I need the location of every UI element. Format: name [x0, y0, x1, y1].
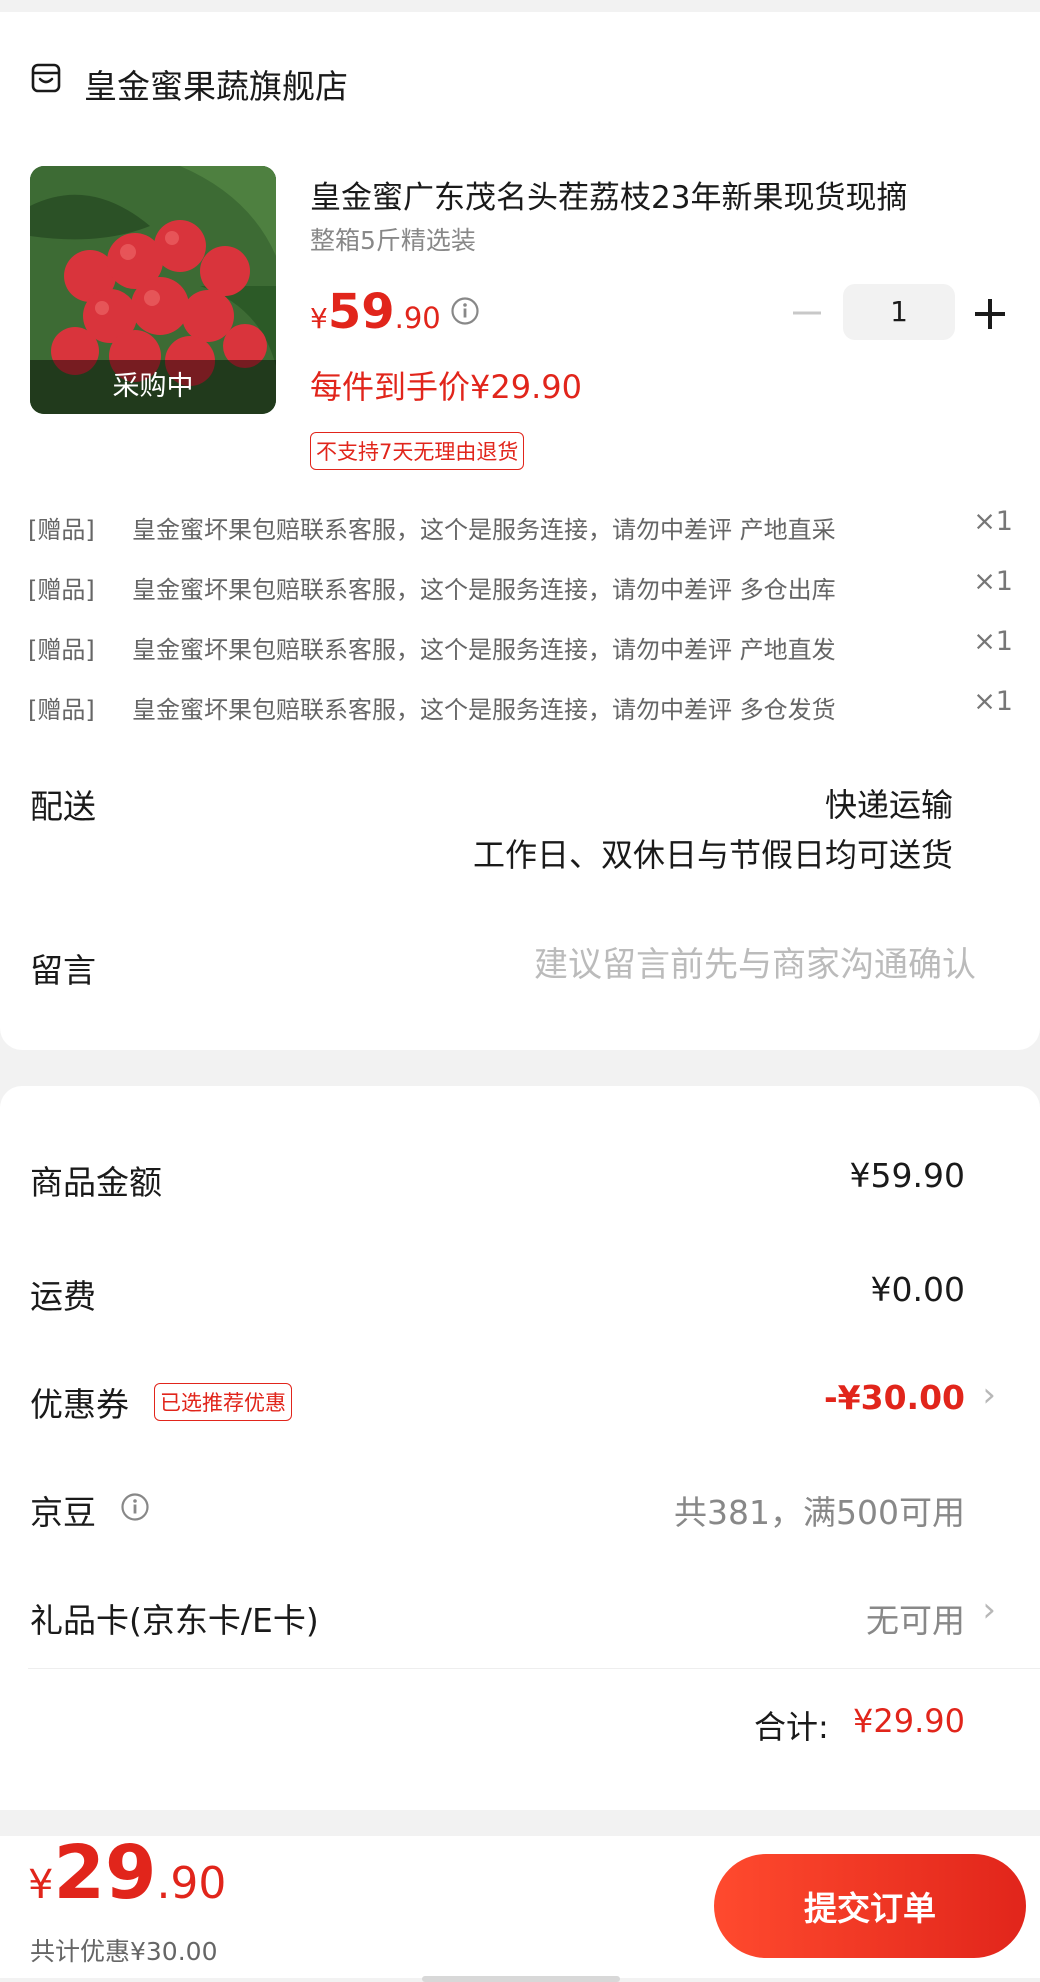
checkout-price: ¥29.90	[28, 1830, 226, 1916]
store-icon	[31, 63, 61, 93]
product-price: ¥59.90	[310, 284, 441, 340]
return-policy-tag: 不支持7天无理由退货	[310, 432, 525, 470]
checkout-bar: ¥29.90 共计优惠¥30.00 提交订单	[0, 1830, 1040, 1982]
checkout-price-integer: 29	[53, 1830, 157, 1916]
delivery-method[interactable]: 快递运输	[825, 780, 953, 826]
price-currency: ¥	[310, 302, 328, 335]
gift-quantity: ×1	[973, 626, 1013, 657]
home-indicator[interactable]	[422, 1976, 620, 1982]
delivery-schedule[interactable]: 工作日、双休日与节假日均可送货	[473, 830, 953, 876]
price-decimal: .90	[394, 301, 441, 335]
goods-amount-label: 商品金额	[30, 1163, 162, 1202]
product-image[interactable]: 采购中	[30, 166, 276, 414]
price-info-icon[interactable]	[450, 296, 480, 326]
message-input[interactable]	[480, 940, 976, 990]
giftcard-label[interactable]: 礼品卡(京东卡/E卡)	[30, 1594, 319, 1642]
store-name[interactable]: 皇金蜜果蔬旗舰店	[84, 60, 348, 108]
message-label: 留言	[30, 951, 96, 990]
checkout-price-decimal: .90	[156, 1858, 227, 1909]
gift-text: 皇金蜜坏果包赔联系客服，这个是服务连接，请勿中差评 多仓发货	[132, 696, 836, 724]
delivery-label: 配送	[30, 787, 96, 826]
total-discount: 共计优惠¥30.00	[30, 1937, 218, 1966]
shipping-amount: ¥0.00	[870, 1270, 965, 1309]
gift-item: [赠品] 皇金蜜坏果包赔联系客服，这个是服务连接，请勿中差评 多仓出库 ×1	[28, 566, 1013, 606]
coupon-amount[interactable]: -¥30.00	[824, 1378, 965, 1417]
checkout-price-currency: ¥	[28, 1862, 54, 1908]
coupon-recommended-tag: 已选推荐优惠	[154, 1383, 292, 1421]
giftcard-chevron-icon[interactable]: ›	[982, 1590, 996, 1630]
decrease-quantity-button[interactable]	[790, 296, 824, 330]
purchase-status-badge: 采购中	[30, 360, 276, 414]
submit-order-button[interactable]: 提交订单	[714, 1854, 1026, 1958]
gift-item: [赠品] 皇金蜜坏果包赔联系客服，这个是服务连接，请勿中差评 多仓发货 ×1	[28, 686, 1013, 726]
coupon-chevron-icon[interactable]: ›	[982, 1375, 996, 1415]
increase-quantity-button[interactable]	[972, 296, 1008, 332]
gift-text: 皇金蜜坏果包赔联系客服，这个是服务连接，请勿中差评 产地直发	[132, 636, 836, 664]
gift-text: 皇金蜜坏果包赔联系客服，这个是服务连接，请勿中差评 多仓出库	[132, 576, 836, 604]
coupon-label[interactable]: 优惠券	[30, 1378, 129, 1426]
gift-item: [赠品] 皇金蜜坏果包赔联系客服，这个是服务连接，请勿中差评 产地直发 ×1	[28, 626, 1013, 666]
giftcard-value[interactable]: 无可用	[866, 1594, 965, 1642]
gift-item: [赠品] 皇金蜜坏果包赔联系客服，这个是服务连接，请勿中差评 产地直采 ×1	[28, 506, 1013, 546]
unit-final-price: 每件到手价¥29.90	[310, 368, 582, 406]
product-spec: 整箱5斤精选装	[310, 226, 476, 255]
jingdou-info-icon[interactable]	[120, 1492, 150, 1522]
gift-quantity: ×1	[973, 686, 1013, 717]
summary-divider	[28, 1668, 1040, 1669]
jingdou-label: 京豆	[30, 1493, 96, 1532]
jingdou-value: 共381，满500可用	[674, 1493, 965, 1532]
gift-tag: [赠品]	[28, 696, 95, 724]
gift-quantity: ×1	[973, 506, 1013, 537]
total-amount: ¥29.90	[853, 1702, 965, 1740]
quantity-input[interactable]: 1	[843, 284, 955, 340]
gift-quantity: ×1	[973, 566, 1013, 597]
shipping-label: 运费	[30, 1277, 96, 1316]
gift-tag: [赠品]	[28, 576, 95, 604]
gift-text: 皇金蜜坏果包赔联系客服，这个是服务连接，请勿中差评 产地直采	[132, 516, 836, 544]
gift-tag: [赠品]	[28, 516, 95, 544]
gift-tag: [赠品]	[28, 636, 95, 664]
product-title[interactable]: 皇金蜜广东茂名头茬荔枝23年新果现货现摘	[310, 172, 1010, 217]
total-label: 合计:	[754, 1708, 829, 1746]
price-integer: 59	[327, 284, 395, 340]
goods-amount-value: ¥59.90	[849, 1156, 965, 1195]
